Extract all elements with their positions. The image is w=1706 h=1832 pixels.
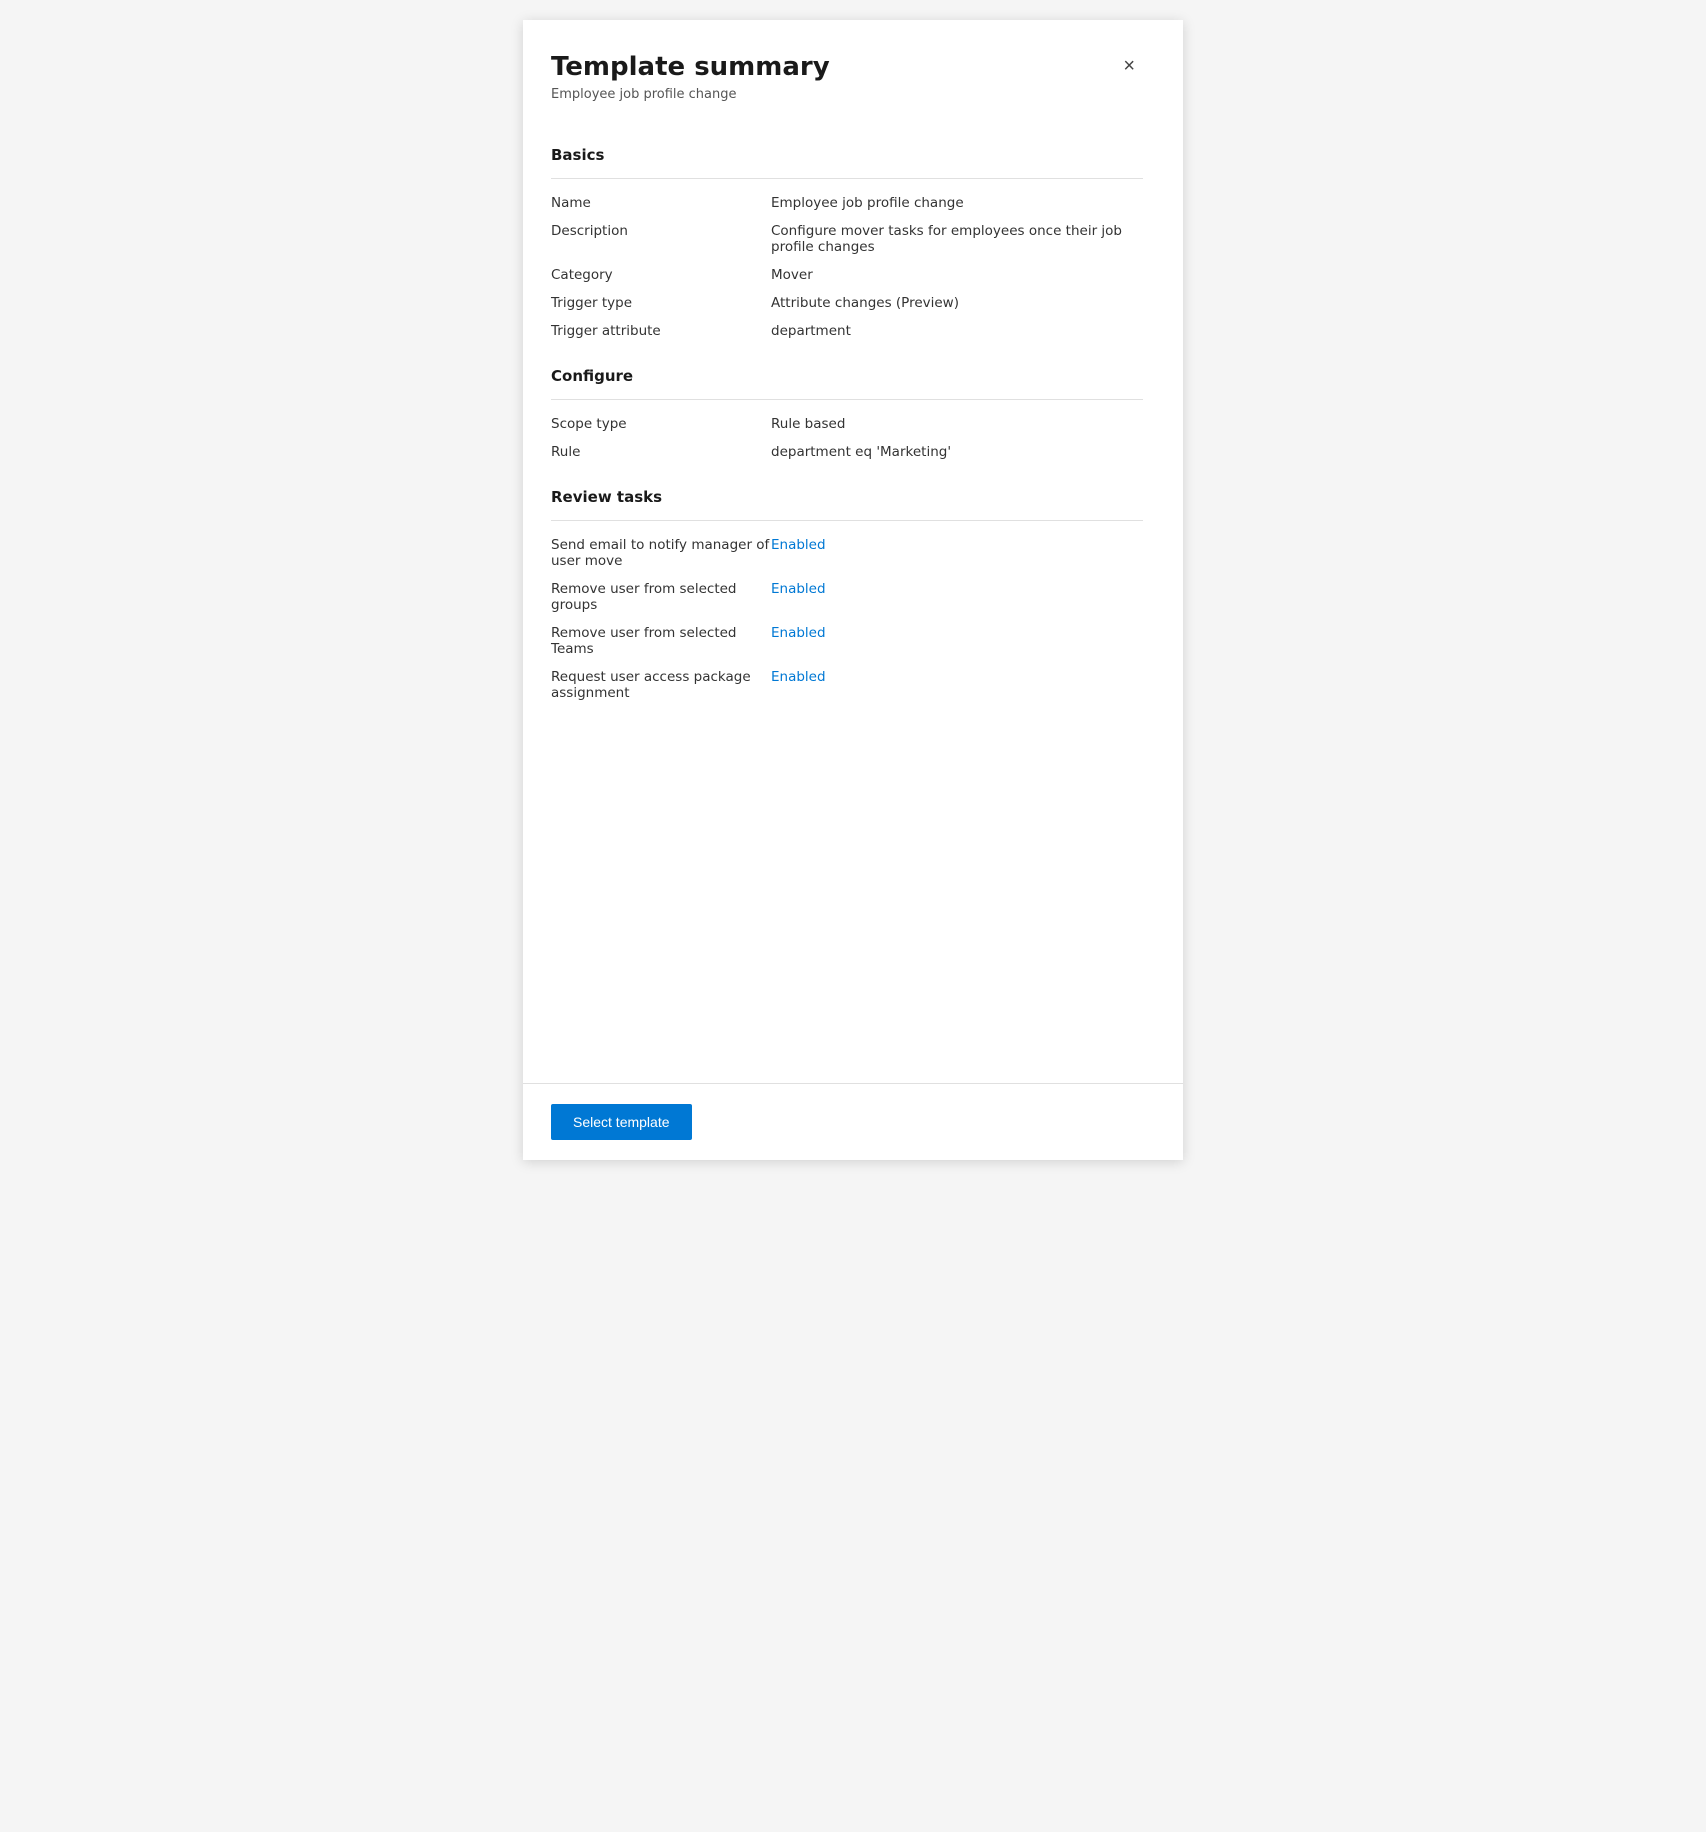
field-value-trigger-type: Attribute changes (Preview) — [771, 295, 1143, 311]
review-tasks-divider — [551, 520, 1143, 521]
close-button[interactable]: × — [1115, 52, 1143, 80]
field-row-access-package: Request user access package assignment E… — [551, 669, 1143, 701]
field-label-description: Description — [551, 223, 771, 239]
field-value-category: Mover — [771, 267, 1143, 283]
field-row-category: Category Mover — [551, 267, 1143, 283]
field-label-send-email: Send email to notify manager of user mov… — [551, 537, 771, 569]
configure-divider — [551, 399, 1143, 400]
field-row-description: Description Configure mover tasks for em… — [551, 223, 1143, 255]
field-value-scope-type: Rule based — [771, 416, 1143, 432]
field-row-remove-groups: Remove user from selected groups Enabled — [551, 581, 1143, 613]
close-icon: × — [1123, 55, 1135, 77]
field-value-trigger-attribute: department — [771, 323, 1143, 339]
field-label-category: Category — [551, 267, 771, 283]
panel-title-group: Template summary Employee job profile ch… — [551, 52, 830, 102]
field-label-access-package: Request user access package assignment — [551, 669, 771, 701]
field-value-rule: department eq 'Marketing' — [771, 444, 1143, 460]
panel-footer: Select template — [523, 1083, 1183, 1160]
select-template-label: Select template — [573, 1114, 670, 1130]
panel-header: Template summary Employee job profile ch… — [551, 52, 1143, 102]
field-label-name: Name — [551, 195, 771, 211]
field-row-scope-type: Scope type Rule based — [551, 416, 1143, 432]
content-area: Basics Name Employee job profile change … — [551, 126, 1143, 1060]
field-label-remove-teams: Remove user from selected Teams — [551, 625, 771, 657]
panel-title: Template summary — [551, 52, 830, 83]
field-row-remove-teams: Remove user from selected Teams Enabled — [551, 625, 1143, 657]
field-value-access-package: Enabled — [771, 669, 1143, 685]
field-value-description: Configure mover tasks for employees once… — [771, 223, 1143, 255]
basics-divider — [551, 178, 1143, 179]
field-value-send-email: Enabled — [771, 537, 1143, 553]
field-label-remove-groups: Remove user from selected groups — [551, 581, 771, 613]
field-label-scope-type: Scope type — [551, 416, 771, 432]
select-template-button[interactable]: Select template — [551, 1104, 692, 1140]
field-value-name: Employee job profile change — [771, 195, 1143, 211]
field-row-name: Name Employee job profile change — [551, 195, 1143, 211]
field-row-send-email: Send email to notify manager of user mov… — [551, 537, 1143, 569]
field-label-trigger-type: Trigger type — [551, 295, 771, 311]
template-summary-panel: Template summary Employee job profile ch… — [523, 20, 1183, 1160]
field-row-trigger-type: Trigger type Attribute changes (Preview) — [551, 295, 1143, 311]
panel-subtitle: Employee job profile change — [551, 87, 830, 102]
field-label-trigger-attribute: Trigger attribute — [551, 323, 771, 339]
configure-heading: Configure — [551, 367, 1143, 385]
field-label-rule: Rule — [551, 444, 771, 460]
field-value-remove-teams: Enabled — [771, 625, 1143, 641]
field-value-remove-groups: Enabled — [771, 581, 1143, 597]
field-row-trigger-attribute: Trigger attribute department — [551, 323, 1143, 339]
review-tasks-heading: Review tasks — [551, 488, 1143, 506]
basics-heading: Basics — [551, 146, 1143, 164]
field-row-rule: Rule department eq 'Marketing' — [551, 444, 1143, 460]
